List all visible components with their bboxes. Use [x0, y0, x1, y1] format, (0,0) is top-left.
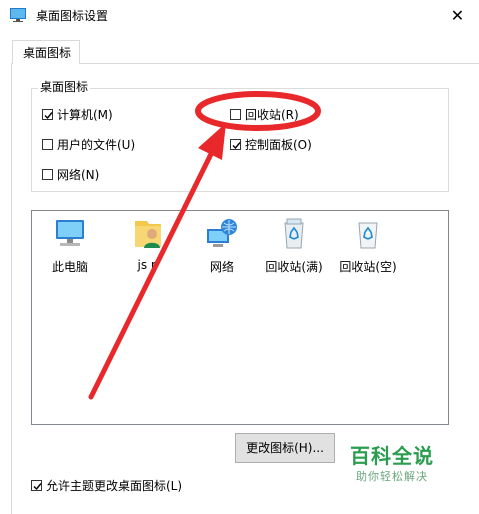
checkbox-label: 用户的文件(U)	[57, 138, 136, 152]
checkbox-computer[interactable]: 计算机(M)	[42, 106, 113, 123]
settings-app-icon	[10, 8, 26, 22]
tab-label: 桌面图标	[23, 46, 72, 60]
change-icon-button[interactable]: 更改图标(H)...	[235, 433, 335, 463]
title-bar: 桌面图标设置 ✕	[0, 0, 479, 30]
checkbox-box[interactable]	[42, 139, 53, 150]
checkmark-icon	[232, 142, 241, 150]
checkbox-label: 计算机(M)	[57, 108, 113, 122]
checkbox-label: 网络(N)	[57, 168, 100, 182]
watermark-subtitle: 助你轻松解决	[356, 470, 428, 483]
icon-label: 回收站(满)	[265, 260, 323, 274]
list-item-user-files[interactable]: js p	[114, 217, 182, 272]
icon-label: js p	[137, 258, 159, 272]
recycle-bin-full-icon	[284, 218, 304, 249]
checkbox-label: 允许主题更改桌面图标(L)	[46, 479, 183, 493]
checkbox-box[interactable]	[230, 109, 241, 120]
close-icon: ✕	[450, 5, 465, 25]
checkbox-user-files[interactable]: 用户的文件(U)	[42, 136, 135, 153]
icon-list[interactable]: 此电脑 js p 网络 回收站(满) 回收站(空)	[31, 210, 449, 425]
checkmark-icon	[33, 483, 42, 491]
watermark-title: 百科全说	[350, 444, 434, 468]
icon-label: 此电脑	[51, 260, 88, 274]
list-item-recycle-full[interactable]: 回收站(满)	[260, 217, 328, 275]
window-title: 桌面图标设置	[36, 9, 109, 23]
group-label: 桌面图标	[38, 78, 91, 95]
checkbox-box[interactable]	[31, 480, 42, 491]
checkbox-box[interactable]	[42, 109, 53, 120]
list-item-this-pc[interactable]: 此电脑	[36, 217, 104, 275]
checkbox-network[interactable]: 网络(N)	[42, 166, 99, 183]
checkbox-box[interactable]	[230, 139, 241, 150]
checkbox-label: 回收站(R)	[245, 108, 299, 122]
computer-icon	[56, 220, 84, 246]
recycle-bin-empty-icon	[358, 222, 378, 249]
checkmark-icon	[44, 112, 53, 120]
checkbox-control-panel[interactable]: 控制面板(O)	[230, 136, 312, 153]
checkbox-box[interactable]	[42, 169, 53, 180]
desktop-icon-settings-window: 桌面图标设置 ✕ 桌面图标 桌面图标 计算机(M) 回收站(R) 用户的文件(U…	[0, 0, 479, 514]
icon-label: 网络	[209, 260, 234, 274]
checkbox-label: 控制面板(O)	[245, 138, 312, 152]
network-icon	[207, 219, 237, 247]
tab-desktop-icons[interactable]: 桌面图标	[12, 40, 80, 64]
list-item-recycle-empty[interactable]: 回收站(空)	[334, 217, 402, 275]
user-folder-icon	[135, 221, 161, 248]
close-button[interactable]: ✕	[436, 0, 479, 30]
checkbox-recycle-bin[interactable]: 回收站(R)	[230, 106, 299, 123]
list-item-network[interactable]: 网络	[188, 217, 256, 275]
checkbox-allow-themes[interactable]: 允许主题更改桌面图标(L)	[31, 477, 182, 494]
icon-label: 回收站(空)	[339, 260, 397, 274]
